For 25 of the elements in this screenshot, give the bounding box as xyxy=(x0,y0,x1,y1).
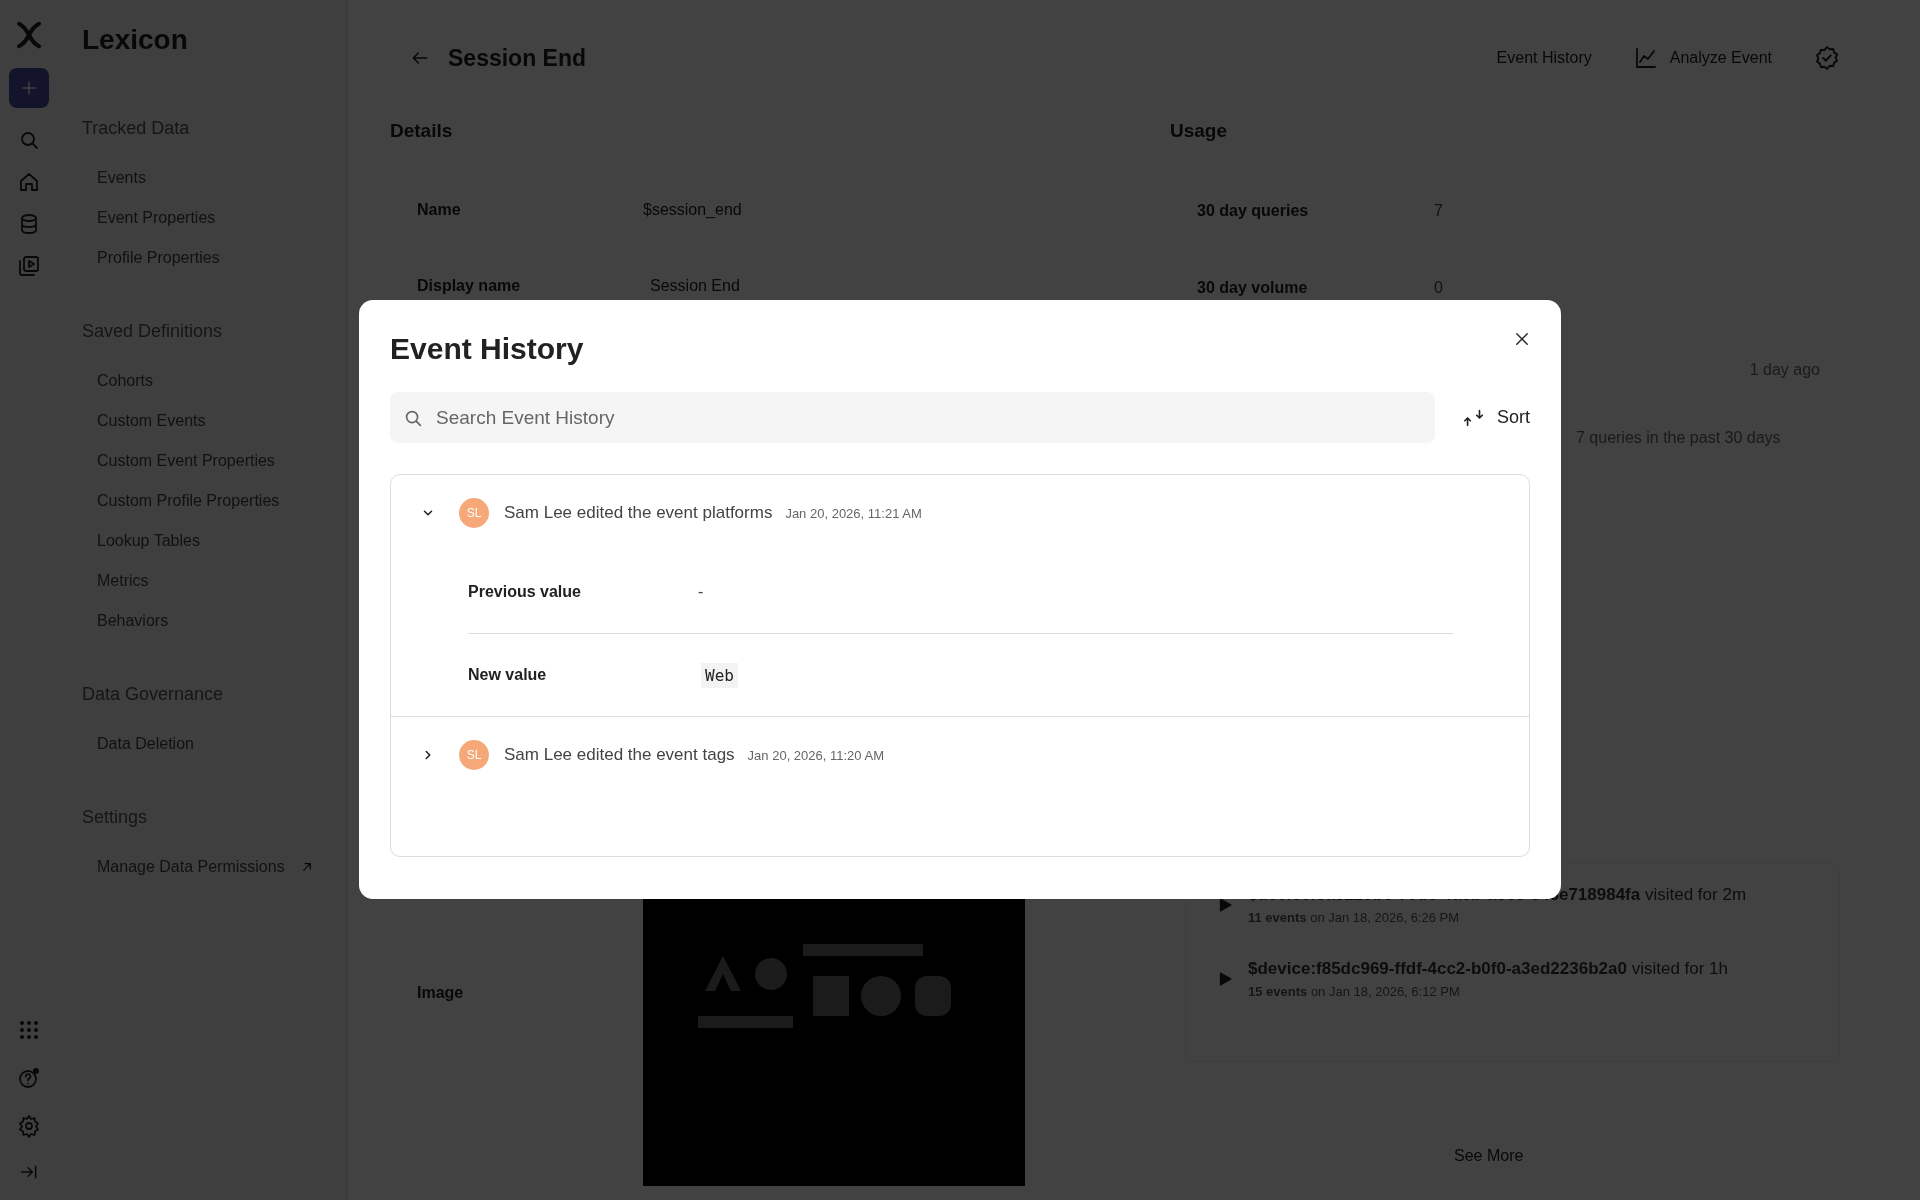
section-heading: Usage xyxy=(1170,120,1229,142)
history-time: Jan 20, 2026, 11:20 AM xyxy=(747,747,884,763)
search-field[interactable]: Search Event History xyxy=(390,392,1435,443)
section-heading: Details xyxy=(390,120,454,142)
page-title: Session End xyxy=(448,44,587,72)
change-label: New value xyxy=(468,666,548,684)
field-value: Session End xyxy=(650,277,740,295)
history-summary: Sam Lee edited the event tags xyxy=(504,745,735,765)
user-avatar: SL xyxy=(459,740,489,770)
event-history-button[interactable]: Event History xyxy=(1496,49,1592,67)
field-label: Image xyxy=(417,983,465,1002)
close-icon xyxy=(1513,330,1531,348)
code-value: Web xyxy=(701,662,738,688)
change-label: Previous value xyxy=(468,583,582,601)
change-value: - xyxy=(698,583,704,601)
modal-title: Event History xyxy=(390,332,584,366)
user-avatar: SL xyxy=(459,498,489,528)
history-summary: Sam Lee edited the event platforms xyxy=(504,503,773,523)
history-time: Jan 20, 2026, 11:21 AM xyxy=(785,505,922,521)
field-label: 30 day queries xyxy=(1197,201,1310,220)
field-label: 30 day volume xyxy=(1197,278,1309,297)
sort-button[interactable]: Sort xyxy=(1463,406,1530,429)
field-label: Name xyxy=(417,201,462,219)
field-label: Display name xyxy=(417,277,522,295)
see-more-button[interactable]: See More xyxy=(1454,1147,1524,1165)
